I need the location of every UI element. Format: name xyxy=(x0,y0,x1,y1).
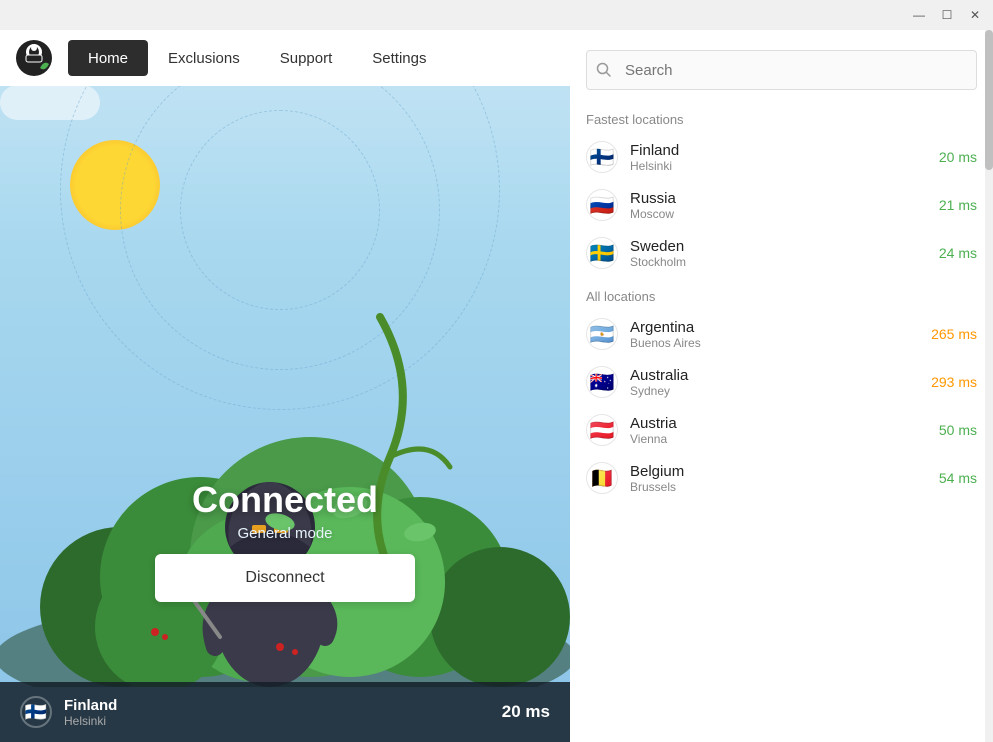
connected-latency: 20 ms xyxy=(502,702,550,722)
location-sweden[interactable]: 🇸🇪 Sweden Stockholm 24 ms xyxy=(570,229,993,277)
loc-name-finland: Finland xyxy=(630,142,939,159)
loc-name-sweden: Sweden xyxy=(630,238,939,255)
search-icon xyxy=(596,62,612,78)
loc-city-austria: Vienna xyxy=(630,432,939,446)
loc-city-finland: Helsinki xyxy=(630,159,939,173)
loc-ms-austria: 50 ms xyxy=(939,422,977,438)
bottom-status-bar: 🇫🇮 Finland Helsinki 20 ms xyxy=(0,682,570,742)
flag-russia: 🇷🇺 xyxy=(586,189,618,221)
search-box xyxy=(586,50,977,90)
connected-flag: 🇫🇮 xyxy=(20,696,52,728)
fastest-locations-label: Fastest locations xyxy=(570,100,993,133)
location-australia[interactable]: 🇦🇺 Australia Sydney 293 ms xyxy=(570,358,993,406)
loc-info-belgium: Belgium Brussels xyxy=(630,463,939,494)
location-argentina[interactable]: 🇦🇷 Argentina Buenos Aires 265 ms xyxy=(570,310,993,358)
location-russia[interactable]: 🇷🇺 Russia Moscow 21 ms xyxy=(570,181,993,229)
loc-name-russia: Russia xyxy=(630,190,939,207)
close-button[interactable]: ✕ xyxy=(965,5,985,25)
loc-info-finland: Finland Helsinki xyxy=(630,142,939,173)
loc-info-russia: Russia Moscow xyxy=(630,190,939,221)
app-logo xyxy=(10,34,58,82)
loc-city-belgium: Brussels xyxy=(630,480,939,494)
nav-exclusions[interactable]: Exclusions xyxy=(148,40,260,76)
flag-austria: 🇦🇹 xyxy=(586,414,618,446)
connection-status: Connected xyxy=(192,479,378,521)
flag-australia: 🇦🇺 xyxy=(586,366,618,398)
location-belgium[interactable]: 🇧🇪 Belgium Brussels 54 ms xyxy=(570,454,993,502)
connected-city: Helsinki xyxy=(64,714,502,728)
hero-panel: Connected General mode Disconnect xyxy=(0,30,570,742)
navbar: Home Exclusions Support Settings xyxy=(0,30,570,86)
all-locations-label: All locations xyxy=(570,277,993,310)
loc-info-argentina: Argentina Buenos Aires xyxy=(630,319,931,350)
nav-settings[interactable]: Settings xyxy=(352,40,446,76)
flag-belgium: 🇧🇪 xyxy=(586,462,618,494)
maximize-button[interactable]: ☐ xyxy=(937,5,957,25)
loc-name-austria: Austria xyxy=(630,415,939,432)
loc-city-australia: Sydney xyxy=(630,384,931,398)
loc-info-sweden: Sweden Stockholm xyxy=(630,238,939,269)
flag-argentina: 🇦🇷 xyxy=(586,318,618,350)
ninja-illustration xyxy=(0,237,570,687)
loc-ms-russia: 21 ms xyxy=(939,197,977,213)
loc-city-russia: Moscow xyxy=(630,207,939,221)
scrollbar-thumb[interactable] xyxy=(985,30,993,170)
loc-ms-belgium: 54 ms xyxy=(939,470,977,486)
loc-ms-sweden: 24 ms xyxy=(939,245,977,261)
loc-name-australia: Australia xyxy=(630,367,931,384)
connection-mode: General mode xyxy=(192,525,378,542)
connected-country: Finland xyxy=(64,697,502,714)
status-area: Connected General mode xyxy=(192,479,378,542)
search-input[interactable] xyxy=(586,50,977,90)
nav-home[interactable]: Home xyxy=(68,40,148,76)
disconnect-button[interactable]: Disconnect xyxy=(155,554,415,602)
connected-location: Finland Helsinki xyxy=(64,697,502,728)
nav-support[interactable]: Support xyxy=(260,40,353,76)
loc-ms-finland: 20 ms xyxy=(939,149,977,165)
loc-ms-australia: 293 ms xyxy=(931,374,977,390)
flag-finland: 🇫🇮 xyxy=(586,141,618,173)
flag-sweden: 🇸🇪 xyxy=(586,237,618,269)
loc-city-argentina: Buenos Aires xyxy=(630,336,931,350)
loc-city-sweden: Stockholm xyxy=(630,255,939,269)
loc-info-australia: Australia Sydney xyxy=(630,367,931,398)
loc-info-austria: Austria Vienna xyxy=(630,415,939,446)
location-austria[interactable]: 🇦🇹 Austria Vienna 50 ms xyxy=(570,406,993,454)
loc-name-belgium: Belgium xyxy=(630,463,939,480)
minimize-button[interactable]: — xyxy=(909,5,929,25)
loc-ms-argentina: 265 ms xyxy=(931,326,977,342)
location-finland[interactable]: 🇫🇮 Finland Helsinki 20 ms xyxy=(570,133,993,181)
locations-panel: Fastest locations 🇫🇮 Finland Helsinki 20… xyxy=(570,30,993,742)
title-bar: — ☐ ✕ xyxy=(0,0,993,30)
loc-name-argentina: Argentina xyxy=(630,319,931,336)
